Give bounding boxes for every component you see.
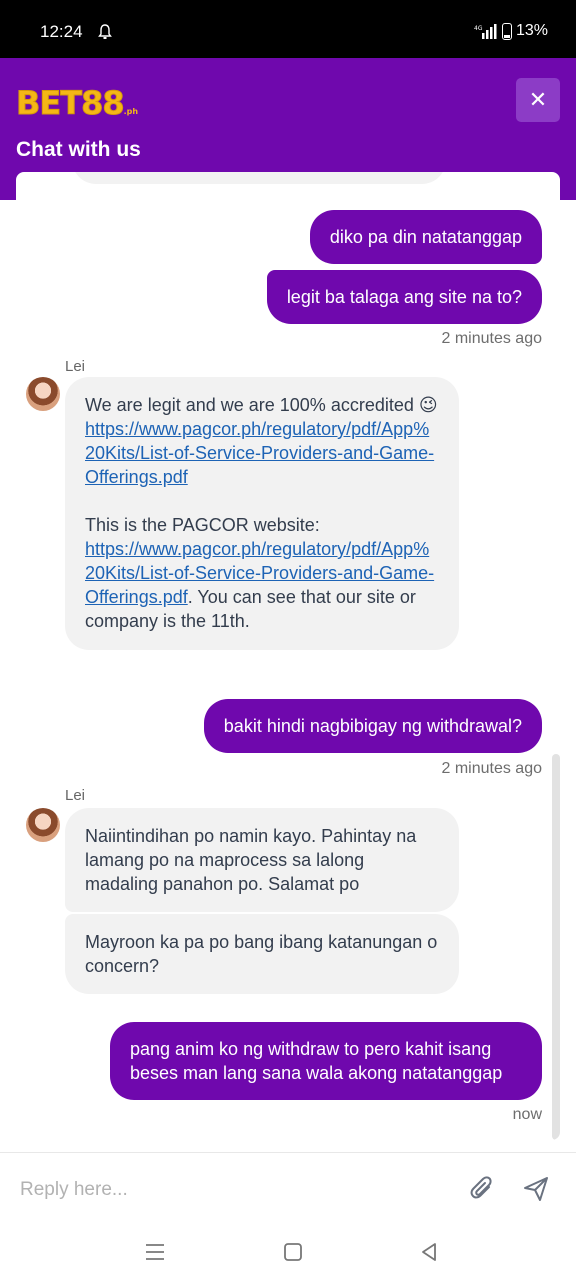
message-timestamp: now <box>512 1106 542 1123</box>
home-icon[interactable] <box>281 1240 305 1264</box>
user-message: bakit hindi nagbibigay ng withdrawal? <box>203 699 542 753</box>
system-nav-bar <box>0 1224 576 1280</box>
logo-suffix: .ph <box>123 107 139 116</box>
status-time: 12:24 <box>40 22 83 41</box>
agent-message: Mayroon ka pa po bang ibang katanungan o… <box>65 914 459 994</box>
notification-bell-icon <box>98 24 112 39</box>
network-label: 4G <box>474 25 483 32</box>
send-icon[interactable] <box>522 1175 550 1203</box>
agent-name: Lei <box>65 358 86 375</box>
paperclip-icon[interactable] <box>470 1175 496 1203</box>
signal-icon: 4G <box>474 24 497 39</box>
close-icon: ✕ <box>528 87 548 112</box>
message-timestamp: 2 minutes ago <box>441 330 542 347</box>
recents-icon[interactable] <box>143 1240 167 1264</box>
back-icon[interactable] <box>417 1240 441 1264</box>
battery-icon <box>501 22 512 40</box>
agent-avatar <box>26 808 60 842</box>
battery-level: 13% <box>515 22 548 39</box>
user-message: pang anim ko ng withdraw to pero kahit i… <box>110 1022 542 1100</box>
user-message: diko pa din natatanggap <box>309 210 542 264</box>
reply-input[interactable] <box>20 1173 440 1207</box>
logo-text: BET88 <box>16 84 126 123</box>
chat-title: Chat with us <box>16 138 141 161</box>
agent-message-text: This is the PAGCOR website: <box>85 515 320 535</box>
chat-messages-panel[interactable]: diko pa din natatanggap legit ba talaga … <box>16 172 560 1140</box>
agent-message: We are legit and we are 100% accredited … <box>65 377 459 650</box>
agent-avatar <box>26 377 60 411</box>
user-message: legit ba talaga ang site na to? <box>266 270 542 324</box>
chat-scrollbar[interactable] <box>552 754 560 1140</box>
pagcor-link[interactable]: https://www.pagcor.ph/regulatory/pdf/App… <box>85 419 434 487</box>
status-indicators: 4G 13% <box>474 22 548 40</box>
agent-name: Lei <box>65 787 86 804</box>
agent-message-text: We are legit and we are 100% accredited … <box>85 395 438 415</box>
reply-composer <box>0 1152 576 1224</box>
message-timestamp: 2 minutes ago <box>441 760 542 777</box>
agent-message: Naiintindihan po namin kayo. Pahintay na… <box>65 808 459 912</box>
status-bar: 12:24 4G 13% <box>0 0 576 58</box>
close-button[interactable]: ✕ <box>516 78 560 122</box>
bet88-logo: BET88.ph <box>16 84 139 123</box>
previous-message-bubble <box>72 172 446 184</box>
